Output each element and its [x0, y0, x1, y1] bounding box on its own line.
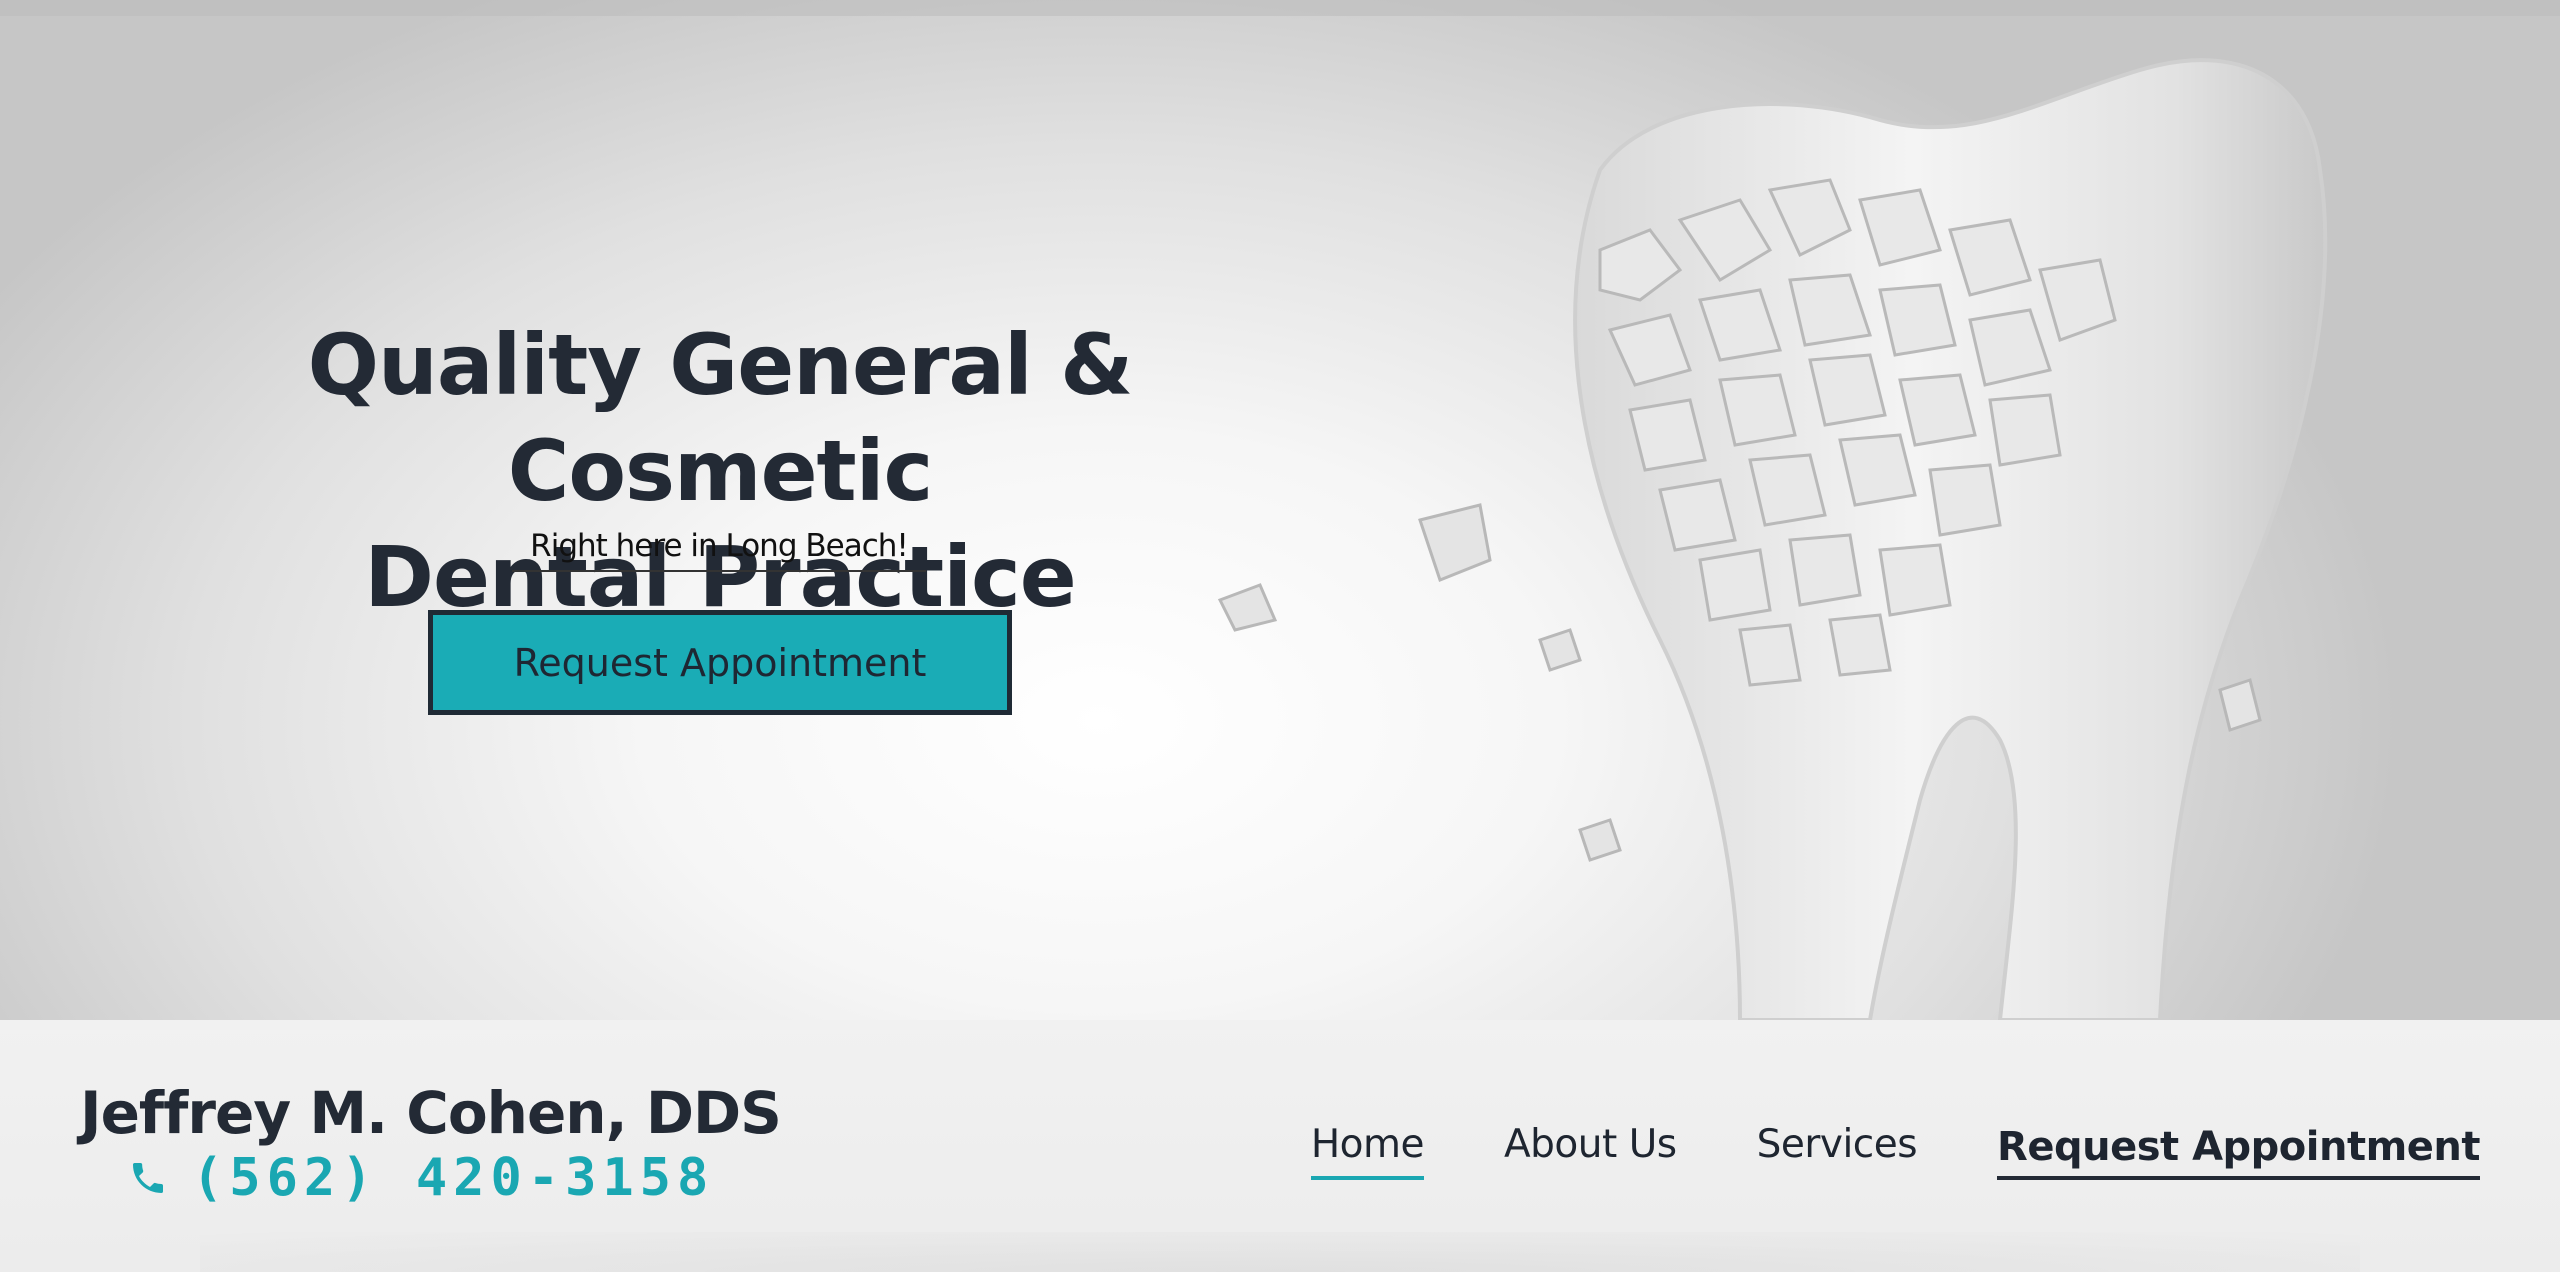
request-appointment-button[interactable]: Request Appointment: [428, 610, 1012, 715]
nav-item-home[interactable]: Home: [1310, 1120, 1425, 1180]
brand-name[interactable]: Jeffrey M. Cohen, DDS: [80, 1080, 782, 1146]
phone-number: (562) 420-3158: [192, 1148, 715, 1208]
phone-link[interactable]: (562) 420-3158: [128, 1148, 714, 1208]
shattered-tooth-illustration: [1217, 58, 2328, 1020]
nav-item-services[interactable]: Services: [1757, 1120, 1918, 1180]
main-nav: Home About Us Services Request Appointme…: [1310, 1120, 2480, 1180]
nav-item-about-us[interactable]: About Us: [1504, 1120, 1677, 1180]
hero-headline-line1: Quality General & Cosmetic: [307, 316, 1134, 520]
site-header: Jeffrey M. Cohen, DDS (562) 420-3158 Hom…: [0, 1020, 2560, 1272]
nav-item-request-appointment[interactable]: Request Appointment: [1997, 1122, 2480, 1180]
phone-icon: [133, 1163, 163, 1193]
hero-headline: Quality General & Cosmetic Dental Practi…: [100, 312, 1340, 630]
hero-subtitle: Right here in Long Beach!: [512, 524, 926, 572]
hero-section: Quality General & Cosmetic Dental Practi…: [0, 0, 2560, 1020]
